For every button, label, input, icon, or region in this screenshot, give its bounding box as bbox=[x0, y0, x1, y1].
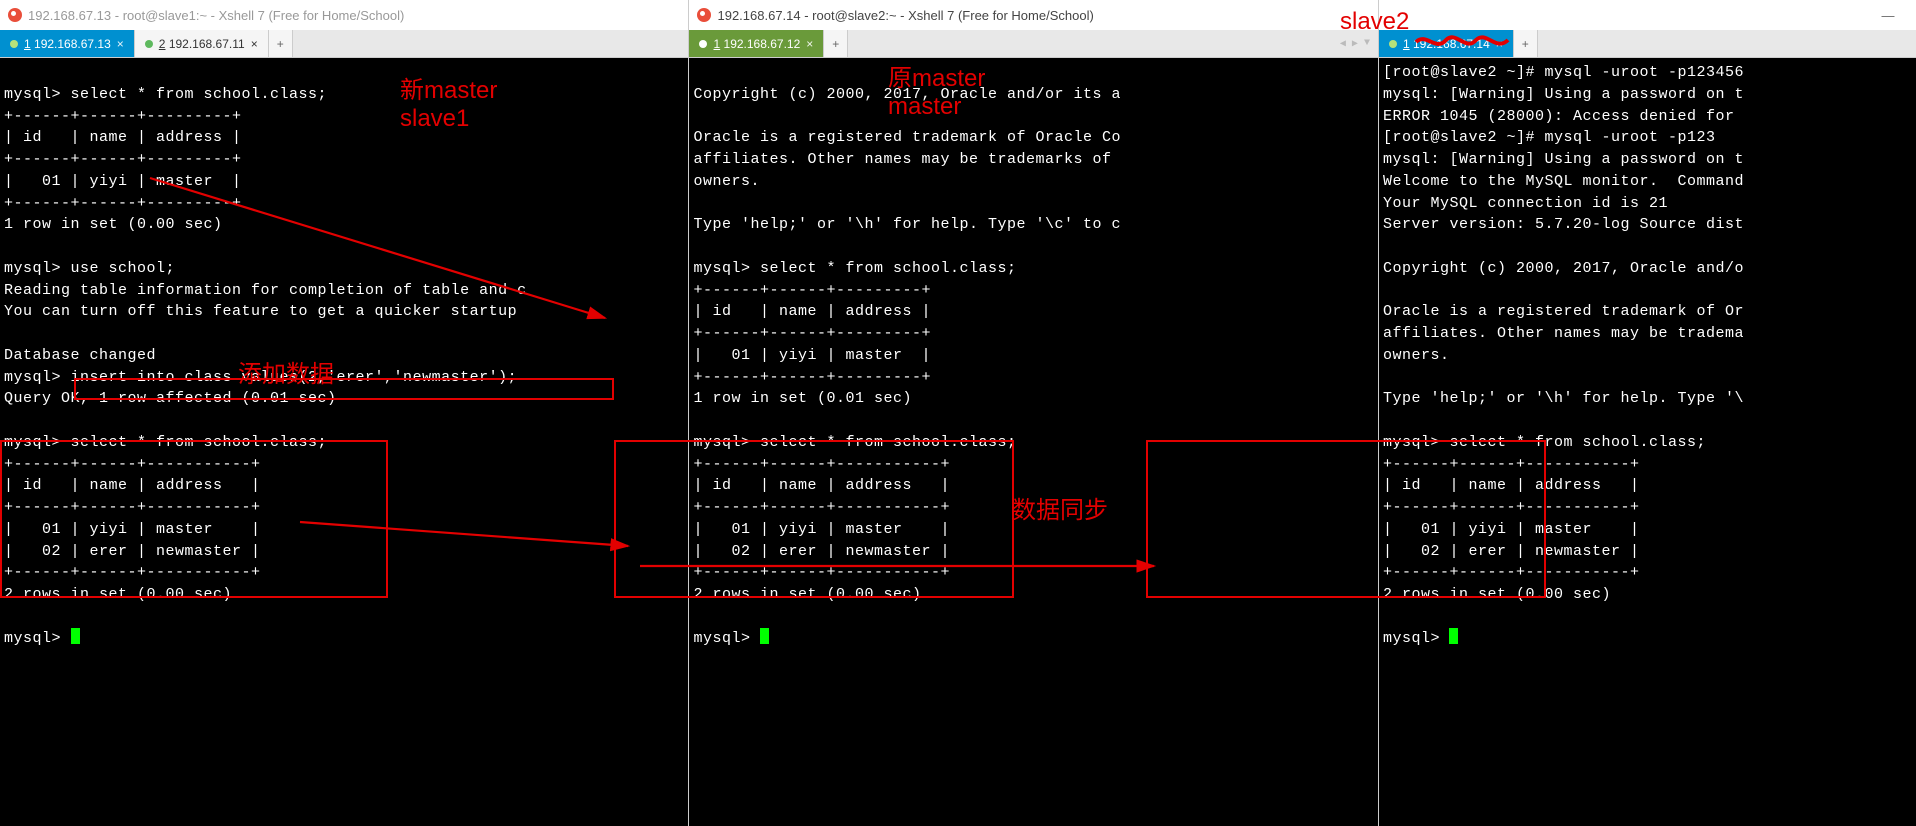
session-tab[interactable]: 1 192.168.67.12 × bbox=[689, 30, 824, 57]
tab-bar: 1 192.168.67.13 × 2 192.168.67.11 × + bbox=[0, 30, 688, 58]
xshell-app-icon bbox=[697, 8, 711, 22]
xshell-window-right: — 1 192.168.67.14 × + [root@slave2 ~]# m… bbox=[1379, 0, 1916, 826]
tab-next-icon[interactable]: ▶ bbox=[1352, 38, 1358, 50]
terminal-output[interactable]: [root@slave2 ~]# mysql -uroot -p123456 m… bbox=[1379, 58, 1916, 826]
title-bar: 192.168.67.13 - root@slave1:~ - Xshell 7… bbox=[0, 0, 688, 30]
xshell-app-icon bbox=[8, 8, 22, 22]
xshell-window-left: 192.168.67.13 - root@slave1:~ - Xshell 7… bbox=[0, 0, 689, 826]
terminal-output[interactable]: mysql> select * from school.class; +----… bbox=[0, 58, 688, 826]
session-tab[interactable]: 2 192.168.67.11 × bbox=[135, 30, 269, 57]
new-tab-button[interactable]: + bbox=[269, 30, 293, 57]
close-icon[interactable]: × bbox=[1496, 37, 1503, 51]
xshell-window-middle: 192.168.67.14 - root@slave2:~ - Xshell 7… bbox=[689, 0, 1378, 826]
minimize-button[interactable]: — bbox=[1868, 1, 1908, 29]
new-tab-button[interactable]: + bbox=[1514, 30, 1538, 57]
session-tab[interactable]: 1 192.168.67.13 × bbox=[0, 30, 135, 57]
tab-nav: ◀ ▶ ▼ bbox=[1332, 30, 1378, 57]
title-bar: — bbox=[1379, 0, 1916, 30]
connected-dot-icon bbox=[1389, 40, 1397, 48]
window-title: 192.168.67.14 - root@slave2:~ - Xshell 7… bbox=[717, 8, 1093, 23]
title-bar: 192.168.67.14 - root@slave2:~ - Xshell 7… bbox=[689, 0, 1377, 30]
tab-prev-icon[interactable]: ◀ bbox=[1340, 38, 1346, 50]
session-tab[interactable]: 1 192.168.67.14 × bbox=[1379, 30, 1514, 57]
connected-dot-icon bbox=[145, 40, 153, 48]
close-icon[interactable]: × bbox=[806, 37, 813, 51]
close-icon[interactable]: × bbox=[251, 37, 258, 51]
connected-dot-icon bbox=[699, 40, 707, 48]
connected-dot-icon bbox=[10, 40, 18, 48]
cursor-icon bbox=[71, 628, 80, 644]
window-title: 192.168.67.13 - root@slave1:~ - Xshell 7… bbox=[28, 8, 404, 23]
cursor-icon bbox=[760, 628, 769, 644]
tab-menu-icon[interactable]: ▼ bbox=[1364, 38, 1370, 49]
terminal-output[interactable]: Copyright (c) 2000, 2017, Oracle and/or … bbox=[689, 58, 1377, 826]
close-icon[interactable]: × bbox=[117, 37, 124, 51]
tab-bar: 1 192.168.67.12 × + ◀ ▶ ▼ bbox=[689, 30, 1377, 58]
cursor-icon bbox=[1449, 628, 1458, 644]
tab-bar: 1 192.168.67.14 × + bbox=[1379, 30, 1916, 58]
new-tab-button[interactable]: + bbox=[824, 30, 848, 57]
